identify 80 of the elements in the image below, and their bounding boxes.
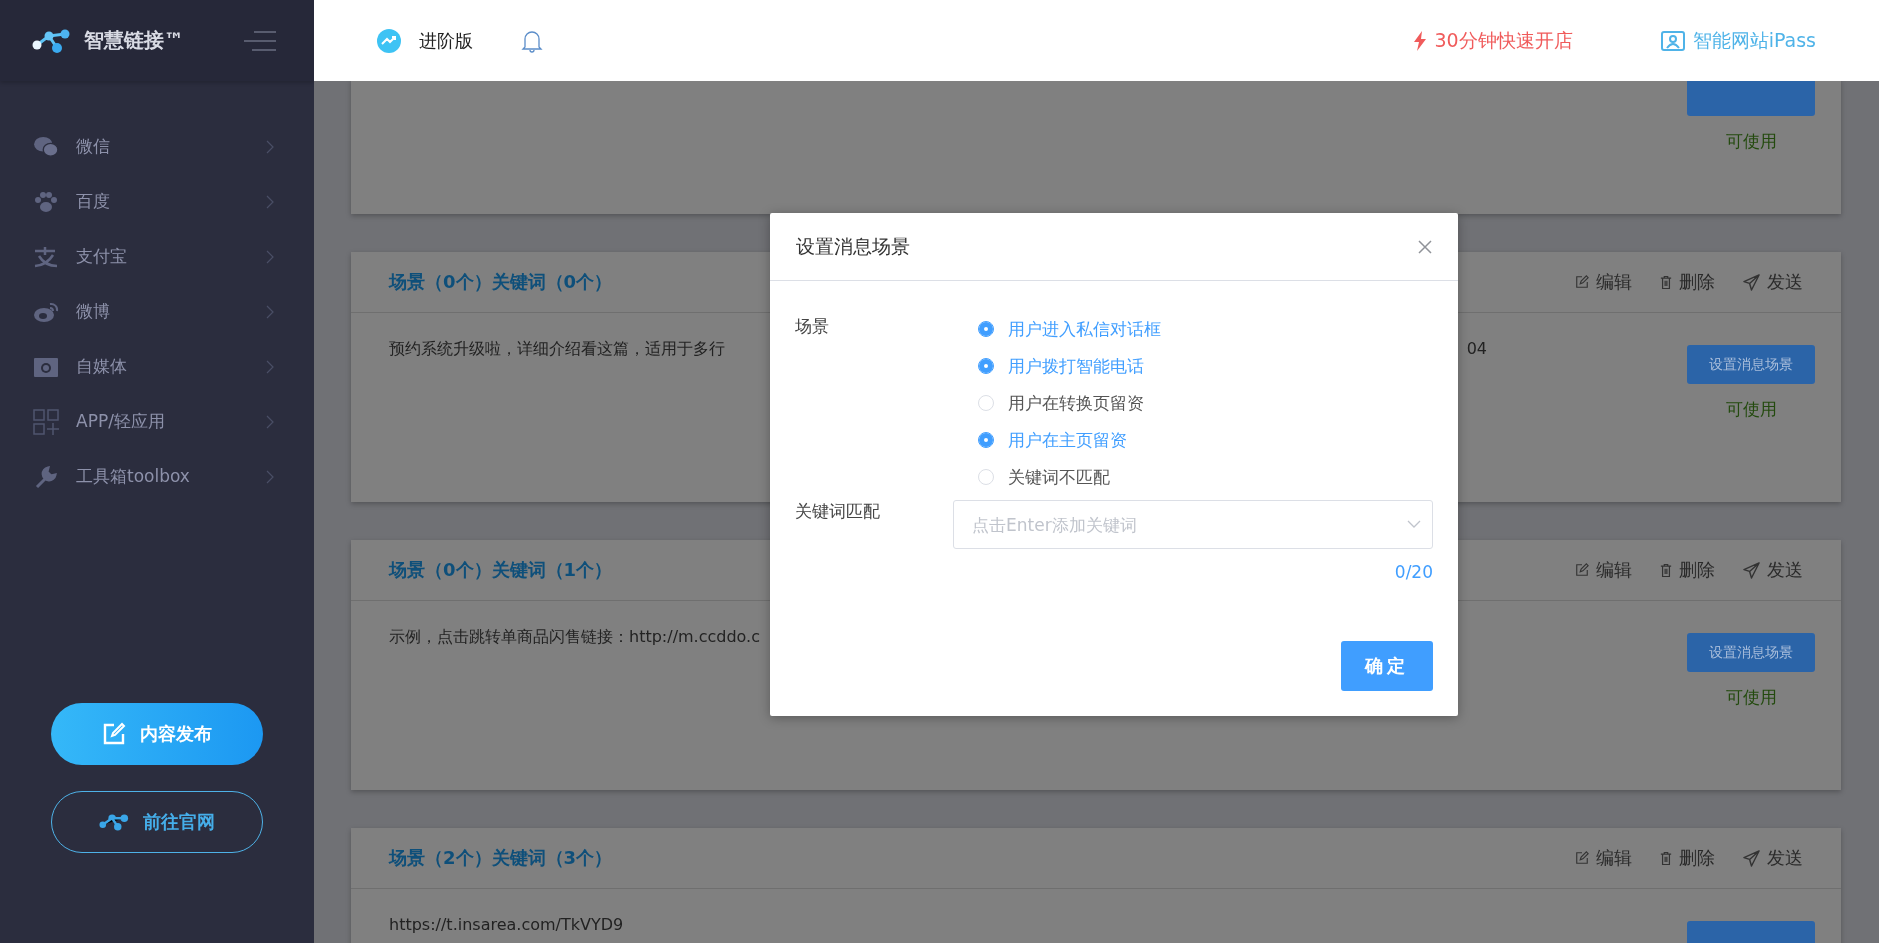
card-action-link[interactable]: 编辑 bbox=[1575, 558, 1632, 582]
set-scene-button[interactable]: 设置消息场景 bbox=[1687, 633, 1815, 672]
field-label: 关键词匹配 bbox=[795, 500, 881, 523]
radio-button[interactable] bbox=[978, 358, 994, 374]
field-label: 场景 bbox=[795, 315, 830, 338]
send-icon bbox=[1743, 849, 1760, 867]
weibo-icon bbox=[33, 300, 59, 323]
lightning-icon bbox=[1414, 30, 1427, 51]
message-text: 预约系统升级啦，详细介绍看这篇，适用于多行 bbox=[389, 339, 725, 360]
chevron-right-icon bbox=[266, 469, 274, 484]
bell-icon[interactable] bbox=[521, 28, 543, 53]
keyword-counter: 0/20 bbox=[1394, 562, 1433, 582]
scene-option[interactable]: 用户进入私信对话框 bbox=[978, 317, 1161, 341]
chevron-down-icon bbox=[1407, 520, 1421, 528]
radio-button[interactable] bbox=[978, 321, 994, 337]
radio-button[interactable] bbox=[978, 432, 994, 448]
sidebar-item[interactable]: APP/轻应用 bbox=[0, 394, 314, 449]
wrench-icon bbox=[34, 464, 58, 489]
sidebar-item[interactable]: 自媒体 bbox=[0, 339, 314, 394]
sidebar-item[interactable]: 百度 bbox=[0, 174, 314, 229]
card-title: 场景（2个）关键词（3个） bbox=[389, 846, 613, 870]
message-text: 04 bbox=[1466, 339, 1487, 358]
edit-icon bbox=[102, 722, 126, 746]
send-icon bbox=[1743, 273, 1760, 291]
dialog-title: 设置消息场景 bbox=[796, 233, 910, 259]
trash-icon bbox=[1660, 562, 1672, 578]
sidebar-item[interactable]: 微博 bbox=[0, 284, 314, 339]
portrait-icon bbox=[1660, 30, 1685, 51]
scene-option[interactable]: 关键词不匹配 bbox=[978, 465, 1161, 489]
card-title: 场景（0个）关键词（0个） bbox=[389, 270, 613, 294]
smart-site-link[interactable]: 智能网站iPass bbox=[1660, 27, 1816, 54]
card-action-link[interactable]: 删除 bbox=[1660, 846, 1715, 870]
card-action-link[interactable]: 删除 bbox=[1660, 558, 1715, 582]
chevron-right-icon bbox=[266, 359, 274, 374]
card-action-link[interactable]: 编辑 bbox=[1575, 846, 1632, 870]
status-label: 可使用 bbox=[1725, 686, 1777, 709]
message-text: https://t.insarea.com/TkVYD9 bbox=[389, 915, 624, 934]
plan-label: 进阶版 bbox=[419, 28, 473, 53]
logo-icon bbox=[32, 27, 72, 54]
quick-store-link[interactable]: 30分钟快速开店 bbox=[1414, 27, 1573, 54]
edit-icon bbox=[1575, 563, 1589, 577]
confirm-button[interactable]: 确定 bbox=[1341, 641, 1433, 691]
paw-icon bbox=[34, 190, 58, 213]
card-action-link[interactable]: 发送 bbox=[1743, 558, 1803, 582]
set-scene-button[interactable]: 设置消息场景 bbox=[1687, 345, 1815, 384]
edit-icon bbox=[1575, 275, 1589, 289]
card-action-link[interactable]: 发送 bbox=[1743, 270, 1803, 294]
trash-icon bbox=[1660, 274, 1672, 290]
chevron-right-icon bbox=[266, 194, 274, 209]
scene-option[interactable]: 用户在转换页留资 bbox=[978, 391, 1161, 415]
card-title: 场景（0个）关键词（1个） bbox=[389, 558, 613, 582]
camera-icon bbox=[33, 355, 59, 378]
chevron-right-icon bbox=[266, 414, 274, 429]
sidebar-item[interactable]: 工具箱toolbox bbox=[0, 449, 314, 504]
menu-icon[interactable] bbox=[244, 30, 276, 51]
keyword-field[interactable]: 点击Enter添加关键词 bbox=[953, 500, 1433, 549]
message-text: 示例，点击跳转单商品闪售链接：http://m.ccddo.c bbox=[389, 627, 760, 648]
publish-button[interactable]: 内容发布 bbox=[51, 703, 263, 765]
scene-option[interactable]: 用户拨打智能电话 bbox=[978, 354, 1161, 378]
chat-icon bbox=[33, 135, 59, 158]
close-icon[interactable] bbox=[1418, 239, 1432, 254]
edit-icon bbox=[1575, 851, 1589, 865]
trend-icon bbox=[377, 28, 401, 53]
status-label: 可使用 bbox=[1725, 130, 1777, 153]
send-icon bbox=[1743, 561, 1760, 579]
scene-option[interactable]: 用户在主页留资 bbox=[978, 428, 1161, 452]
trash-icon bbox=[1660, 850, 1672, 866]
status-label: 可使用 bbox=[1725, 398, 1777, 421]
chevron-right-icon bbox=[266, 139, 274, 154]
card-action-link[interactable]: 删除 bbox=[1660, 270, 1715, 294]
sidebar-item[interactable]: 支付宝 bbox=[0, 229, 314, 284]
card-action-link[interactable]: 发送 bbox=[1743, 846, 1803, 870]
apps-icon bbox=[33, 408, 59, 435]
brand-name: 智慧链接™ bbox=[84, 27, 184, 54]
logo-icon bbox=[99, 813, 129, 831]
chevron-right-icon bbox=[266, 304, 274, 319]
card-action-link[interactable]: 编辑 bbox=[1575, 270, 1632, 294]
alipay-icon bbox=[33, 245, 59, 268]
chevron-right-icon bbox=[266, 249, 274, 264]
sidebar-item[interactable]: 微信 bbox=[0, 119, 314, 174]
